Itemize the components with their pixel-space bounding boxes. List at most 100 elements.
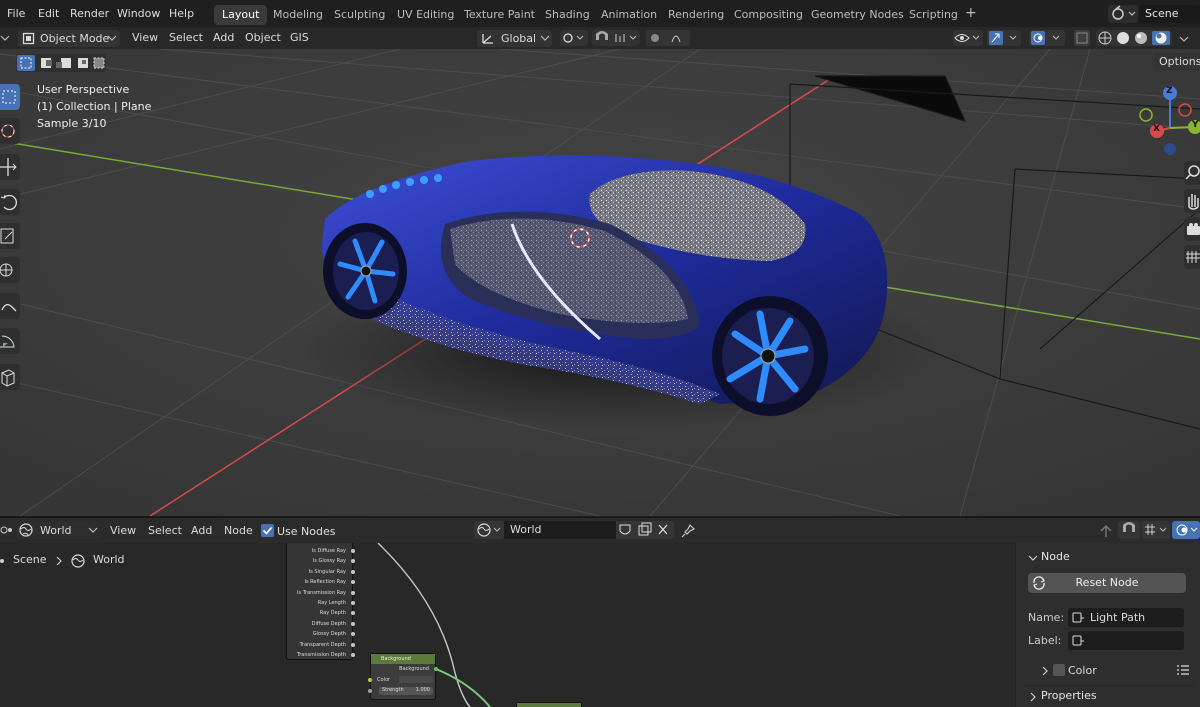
transform-orientation-dropdown[interactable]: Global: [477, 30, 552, 47]
properties-section-header[interactable]: Properties: [1024, 685, 1194, 705]
light-path-output-socket[interactable]: [351, 601, 355, 605]
list-icon[interactable]: [1176, 663, 1190, 677]
chevron-down-icon[interactable]: [1178, 33, 1190, 45]
selection-mode-group[interactable]: [16, 54, 106, 72]
3d-viewport[interactable]: User Perspective (1) Collection | Plane …: [0, 49, 1200, 516]
chevron-down-icon[interactable]: [0, 32, 10, 44]
tab-layout[interactable]: Layout: [214, 5, 268, 25]
node-tag-icon: [1072, 635, 1084, 646]
light-path-output-socket[interactable]: [351, 621, 355, 626]
color-input-socket[interactable]: [368, 678, 372, 682]
menu-gis[interactable]: GIS: [285, 30, 314, 47]
light-path-output-socket[interactable]: [351, 569, 355, 574]
tab-animation[interactable]: Animation: [593, 5, 665, 25]
ortho-toggle-button[interactable]: [1184, 245, 1200, 269]
parent-node-tree-icon[interactable]: [1097, 522, 1115, 540]
tab-modeling[interactable]: Modeling: [265, 5, 331, 25]
light-path-node[interactable]: Is Diffuse Ray Is Glossy Ray Is Singular R…: [286, 543, 355, 660]
tab-shading[interactable]: Shading: [537, 5, 598, 25]
light-path-output-socket[interactable]: [351, 653, 355, 657]
menu-object[interactable]: Object: [240, 30, 286, 47]
cursor-tool[interactable]: [0, 118, 20, 144]
menu-help[interactable]: Help: [169, 7, 194, 20]
chevron-down-icon: [540, 35, 550, 41]
menu-window[interactable]: Window: [117, 7, 160, 20]
visibility-button[interactable]: [953, 30, 983, 46]
node-menu-select[interactable]: Select: [143, 523, 187, 540]
background-output-socket[interactable]: [434, 667, 438, 671]
color-checkbox[interactable]: [1053, 664, 1065, 676]
reset-node-button[interactable]: Reset Node: [1028, 573, 1186, 593]
node-section-header[interactable]: Node: [1024, 547, 1194, 567]
world-name-field[interactable]: World: [504, 521, 616, 539]
light-path-output-socket[interactable]: [351, 590, 355, 595]
xray-button[interactable]: [1074, 30, 1090, 46]
node-name-field[interactable]: Light Path: [1068, 608, 1184, 627]
tab-uv-editing[interactable]: UV Editing: [389, 5, 462, 25]
options-button[interactable]: Options: [1154, 53, 1200, 71]
menu-edit[interactable]: Edit: [38, 7, 59, 20]
measure-tool[interactable]: [0, 328, 20, 354]
tab-texture-paint[interactable]: Texture Paint: [456, 5, 543, 25]
shading-icons: [1098, 31, 1170, 45]
use-nodes-checkbox[interactable]: [261, 524, 274, 537]
light-path-output-socket[interactable]: [351, 642, 355, 647]
tab-compositing[interactable]: Compositing: [726, 5, 811, 25]
tab-rendering[interactable]: Rendering: [660, 5, 732, 25]
color-swatch[interactable]: [399, 676, 433, 683]
editor-type-icon[interactable]: [0, 524, 12, 536]
pin-icon[interactable]: [680, 523, 696, 539]
overlays-button[interactable]: [1029, 30, 1065, 46]
navigation-gizmo[interactable]: Z X Y: [1130, 83, 1200, 163]
light-path-output-socket[interactable]: [351, 549, 355, 553]
scale-tool[interactable]: [0, 223, 20, 249]
tab-geometry-nodes[interactable]: Geometry Nodes: [803, 5, 912, 25]
tab-sculpting[interactable]: Sculpting: [326, 5, 393, 25]
snapping-button[interactable]: [592, 30, 640, 46]
shading-mode-group[interactable]: [1096, 30, 1172, 46]
add-cube-tool[interactable]: [0, 364, 20, 390]
menu-add[interactable]: Add: [208, 30, 239, 47]
scene-selector-button[interactable]: [1108, 5, 1138, 23]
select-box-tool[interactable]: [0, 84, 20, 110]
node-menu-add[interactable]: Add: [186, 523, 217, 540]
background-node[interactable]: Background Background Color Strength 1.0…: [368, 653, 438, 700]
rotate-tool[interactable]: [0, 189, 20, 215]
mode-dropdown[interactable]: Object Mode: [18, 30, 120, 47]
snap-grid-button[interactable]: [1142, 521, 1170, 539]
node-label-field[interactable]: [1068, 631, 1184, 650]
scene-name-field[interactable]: Scene: [1139, 5, 1200, 23]
pan-button[interactable]: [1184, 189, 1200, 213]
strength-field[interactable]: Strength 1.000: [379, 687, 433, 695]
snap-node-button[interactable]: [1118, 521, 1140, 539]
world-browse-button[interactable]: [474, 521, 504, 539]
annotate-icon: [1, 303, 17, 312]
use-nodes-label: Use Nodes: [277, 525, 336, 538]
zoom-button[interactable]: [1184, 161, 1200, 185]
transform-tool[interactable]: [0, 257, 20, 283]
world-type-dropdown[interactable]: World: [16, 522, 100, 539]
node-overlays-button[interactable]: [1172, 521, 1200, 539]
gizmo-toggle-button[interactable]: [987, 30, 1021, 46]
move-tool[interactable]: [0, 154, 20, 180]
menu-select[interactable]: Select: [164, 30, 208, 47]
viewport-header: Object Mode View Select Add Object GIS G…: [0, 27, 1200, 49]
menu-file[interactable]: File: [7, 7, 25, 20]
menu-render[interactable]: Render: [70, 7, 109, 20]
pivot-point-button[interactable]: [560, 30, 588, 46]
camera-view-button[interactable]: [1184, 217, 1200, 241]
node-properties-panel: Node Reset Node Name: Light Path Label: …: [1015, 543, 1200, 707]
node-editor-canvas[interactable]: Scene World Is Diffuse Ray Is Glossy Ray I…: [0, 543, 1015, 707]
color-subpanel-header[interactable]: Color: [1040, 662, 1190, 680]
node-menu-view[interactable]: View: [105, 523, 141, 540]
tab-scripting[interactable]: Scripting: [901, 5, 966, 25]
annotate-tool[interactable]: [0, 293, 20, 319]
add-workspace-button[interactable]: +: [965, 5, 977, 21]
output-node[interactable]: [516, 702, 582, 707]
menu-view[interactable]: View: [127, 30, 163, 47]
gizmo-x-label: X: [1153, 124, 1160, 134]
strength-input-socket[interactable]: [368, 689, 372, 693]
proportional-editing-button[interactable]: [646, 30, 690, 46]
world-actions-group[interactable]: [616, 521, 674, 539]
node-menu-node[interactable]: Node: [219, 523, 258, 540]
